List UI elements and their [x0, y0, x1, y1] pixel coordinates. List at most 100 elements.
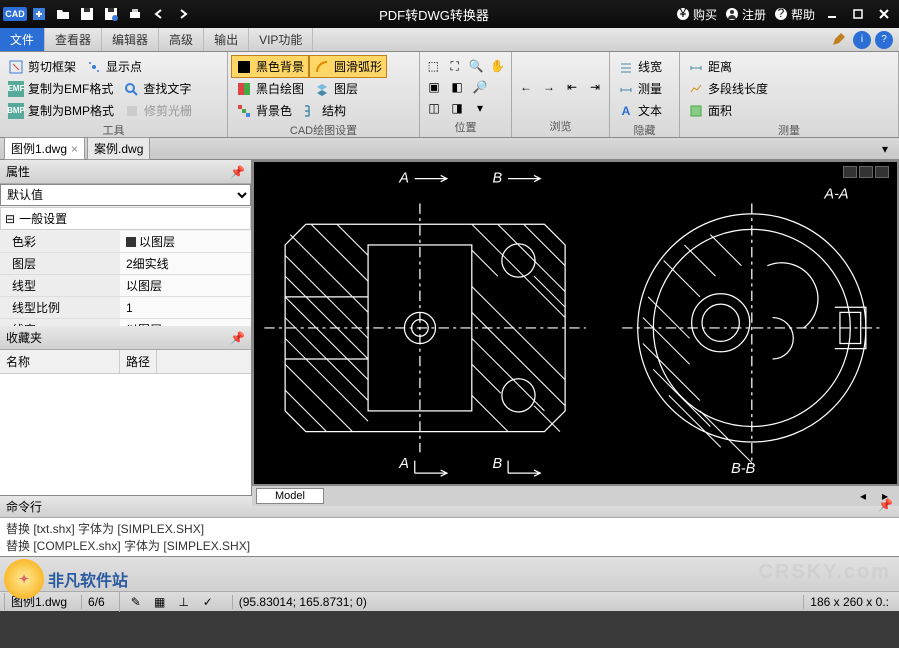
show-points-button[interactable]: 显示点: [82, 56, 146, 77]
text-hide-button[interactable]: A文本: [614, 100, 675, 121]
redo-icon[interactable]: [172, 3, 194, 25]
grid-icon[interactable]: ▦: [150, 592, 170, 612]
zoom-fit-icon[interactable]: ▣: [424, 77, 444, 97]
zoom-out-icon[interactable]: 🔎: [470, 77, 490, 97]
favorites-list: [0, 374, 251, 495]
ribbon-group-pos-title: 位置: [424, 118, 507, 136]
svg-text:¥: ¥: [679, 7, 687, 20]
model-tab[interactable]: Model: [256, 488, 324, 504]
zoom-window-icon[interactable]: ⬚: [424, 56, 443, 76]
tabs-dropdown-icon[interactable]: ▾: [875, 139, 895, 159]
help-icon[interactable]: ?: [875, 31, 893, 49]
print-icon[interactable]: [124, 3, 146, 25]
properties-panel-title: 属性: [6, 163, 30, 180]
menu-tab-editor[interactable]: 编辑器: [102, 28, 159, 51]
canvas-close-icon[interactable]: [875, 166, 889, 178]
menu-tab-advanced[interactable]: 高级: [159, 28, 204, 51]
menu-tab-vip[interactable]: VIP功能: [249, 28, 313, 51]
zoom-dropdown-icon[interactable]: ▾: [470, 98, 490, 118]
close-button[interactable]: [875, 5, 893, 23]
app-logo-icon: CAD: [4, 3, 26, 25]
register-link[interactable]: 注册: [725, 6, 766, 23]
drawing-canvas[interactable]: A B A-A: [254, 162, 897, 484]
copy-emf-button[interactable]: EMF复制为EMF格式: [4, 78, 117, 99]
save-as-icon[interactable]: [100, 3, 122, 25]
ribbon-group-measure-title: 测量: [684, 121, 894, 139]
menu-tab-output[interactable]: 输出: [204, 28, 249, 51]
svg-text:B-B: B-B: [731, 461, 756, 477]
svg-text:A: A: [398, 456, 409, 472]
pin-icon[interactable]: 📌: [230, 331, 245, 345]
clip-frame-button[interactable]: 剪切框架: [4, 56, 80, 77]
watermark: ✦ 非凡软件站: [4, 559, 128, 599]
canvas-minimize-icon[interactable]: [843, 166, 857, 178]
snap-icon[interactable]: ✎: [126, 592, 146, 612]
copy-bmp-button[interactable]: BMP复制为BMP格式: [4, 100, 118, 121]
polyline-len-button[interactable]: 多段线长度: [684, 78, 894, 99]
svg-text:B: B: [493, 171, 503, 187]
zoom-extents-icon[interactable]: ⛶: [446, 56, 465, 76]
prev-icon[interactable]: ←: [516, 77, 536, 97]
watermark-logo-icon: ✦: [4, 559, 44, 599]
first-icon[interactable]: ⇤: [562, 77, 582, 97]
info-icon[interactable]: i: [853, 31, 871, 49]
bw-draw-button[interactable]: 黑白绘图: [232, 78, 308, 99]
status-dimensions: 186 x 260 x 0.:: [803, 595, 895, 609]
osnap-icon[interactable]: ✓: [198, 592, 218, 612]
bg-color-button[interactable]: 背景色: [232, 100, 296, 121]
menu-tab-viewer[interactable]: 查看器: [45, 28, 102, 51]
doc-tab[interactable]: 案例.dwg: [87, 137, 150, 160]
maximize-button[interactable]: [849, 5, 867, 23]
menu-bar: 文件 查看器 编辑器 高级 输出 VIP功能 i ?: [0, 28, 899, 52]
trim-raster-button[interactable]: 修剪光栅: [120, 100, 196, 121]
menu-tab-file[interactable]: 文件: [0, 28, 45, 51]
general-settings-section[interactable]: ⊟一般设置: [0, 207, 251, 230]
zoom-in-icon[interactable]: 🔍: [467, 56, 486, 76]
pan-icon[interactable]: ✋: [489, 56, 508, 76]
view-top-icon[interactable]: ◫: [424, 98, 444, 118]
pin-icon[interactable]: 📌: [230, 165, 245, 179]
ribbon-group-cadset-title: CAD绘图设置: [232, 121, 415, 139]
minimize-button[interactable]: [823, 5, 841, 23]
pencil-icon[interactable]: [827, 29, 849, 51]
canvas-restore-icon[interactable]: [859, 166, 873, 178]
collapse-icon[interactable]: ⊟: [5, 212, 15, 226]
distance-button[interactable]: 距离: [684, 56, 894, 77]
prop-row-linetype[interactable]: 线型以图层: [0, 275, 251, 297]
doc-tab-close-icon[interactable]: ×: [71, 142, 78, 156]
layer-button[interactable]: 图层: [310, 78, 362, 99]
structure-button[interactable]: 结构: [298, 100, 350, 121]
prop-row-lineweight[interactable]: 线宽以图层: [0, 319, 251, 326]
measure-hide-button[interactable]: 测量: [614, 78, 675, 99]
find-text-button[interactable]: 查找文字: [119, 78, 195, 99]
next-icon[interactable]: →: [539, 77, 559, 97]
svg-text:B: B: [493, 456, 503, 472]
linewidth-button[interactable]: 线宽: [614, 56, 675, 77]
buy-link[interactable]: ¥购买: [676, 6, 717, 23]
smooth-arc-button[interactable]: 圆滑弧形: [310, 56, 386, 77]
open-icon[interactable]: [52, 3, 74, 25]
last-icon[interactable]: ⇥: [585, 77, 605, 97]
fav-col-path-header[interactable]: 路径: [120, 350, 157, 373]
svg-text:A: A: [398, 171, 409, 187]
prop-row-layer[interactable]: 图层2细实线: [0, 253, 251, 275]
save-icon[interactable]: [76, 3, 98, 25]
undo-icon[interactable]: [148, 3, 170, 25]
ribbon-group-hide-title: 隐藏: [614, 121, 675, 139]
color-swatch-icon: [126, 237, 136, 247]
tab-scroll-left-icon[interactable]: ◂: [853, 486, 873, 506]
fav-col-name-header[interactable]: 名称: [0, 350, 120, 373]
black-bg-button[interactable]: 黑色背景: [232, 56, 308, 77]
ortho-icon[interactable]: ⊥: [174, 592, 194, 612]
zoom-all-icon[interactable]: ◧: [447, 77, 467, 97]
prop-row-ltscale[interactable]: 线型比例1: [0, 297, 251, 319]
help-link[interactable]: ?帮助: [774, 6, 815, 23]
view-3d-icon[interactable]: ◨: [447, 98, 467, 118]
default-value-select[interactable]: 默认值: [0, 184, 251, 206]
ribbon: 剪切框架 显示点 EMF复制为EMF格式 查找文字 BMP复制为BMP格式 修剪…: [0, 52, 899, 138]
area-button[interactable]: 面积: [684, 100, 894, 121]
doc-tab[interactable]: 图例1.dwg×: [4, 137, 85, 160]
new-icon[interactable]: [28, 3, 50, 25]
pin-icon[interactable]: 📌: [878, 498, 893, 515]
prop-row-color[interactable]: 色彩以图层: [0, 231, 251, 253]
